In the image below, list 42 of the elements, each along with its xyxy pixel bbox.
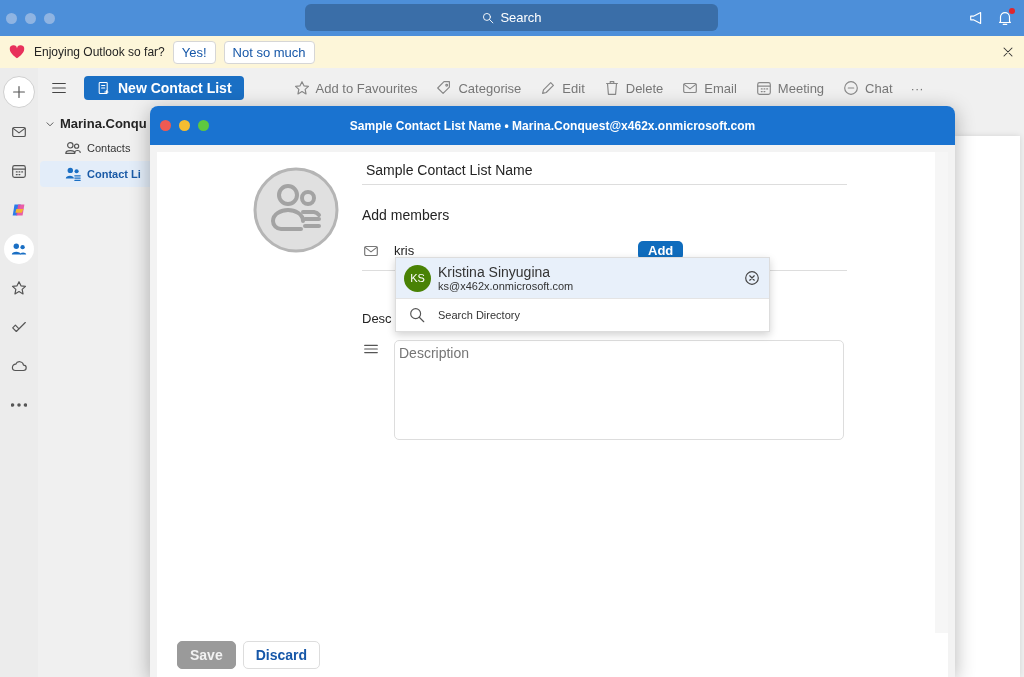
people-outline-icon [64,139,82,157]
toolbar-button[interactable]: ··· [905,80,929,96]
toolbar-button[interactable]: Edit [534,79,590,97]
description-field[interactable]: Description [394,340,844,440]
dialog-title: Sample Contact List Name • Marina.Conquest@x462x.onmicrosoft.com [348,118,757,133]
account-name: Marina.Conqu [60,116,147,131]
folder-item[interactable]: Contacts [40,135,160,161]
toolbar-button[interactable]: Delete [597,79,669,97]
group-avatar-icon [253,167,339,253]
nav-item[interactable] [4,234,34,264]
account-folder[interactable]: Marina.Conqu [40,112,148,135]
calendar-icon [754,79,773,97]
window-control[interactable] [198,120,209,131]
contact-email: ks@x462x.onmicrosoft.com [438,280,575,292]
search-field[interactable]: Search [305,4,718,31]
dialog-button[interactable]: Discard [242,641,321,669]
new-contact-list-button[interactable]: New Contact List [84,76,244,100]
star-icon [10,279,28,297]
toolbar-button[interactable]: Categorise [430,79,527,97]
initials-avatar: KS [404,264,431,292]
toolbar-button[interactable]: Email [676,79,742,97]
feedback-button[interactable]: Yes! [172,40,216,64]
bell-icon [996,9,1014,27]
calendar-icon [10,162,28,180]
remove-icon [743,269,761,287]
contact-list-icon [64,165,82,183]
window-control[interactable] [179,120,190,131]
search-icon [408,306,426,324]
heart-icon [8,43,26,61]
star-icon [292,79,311,97]
more-icon [11,403,27,407]
description-label: Desc [362,311,392,326]
search-icon [481,10,496,25]
contact-name: Kristina Sinyugina [438,264,552,280]
banner-message: Enjoying Outlook so far? [34,45,165,59]
feedback-button[interactable]: Not so much [223,40,315,64]
members-heading: Add members [362,207,451,223]
toolbar-button[interactable]: Add to Favourites [287,79,423,97]
toolbar-button[interactable]: Meeting [749,79,830,97]
plus-icon [10,83,28,101]
search-directory-item[interactable]: Search Directory [396,298,769,331]
toolbar-button[interactable]: Chat [837,79,898,97]
